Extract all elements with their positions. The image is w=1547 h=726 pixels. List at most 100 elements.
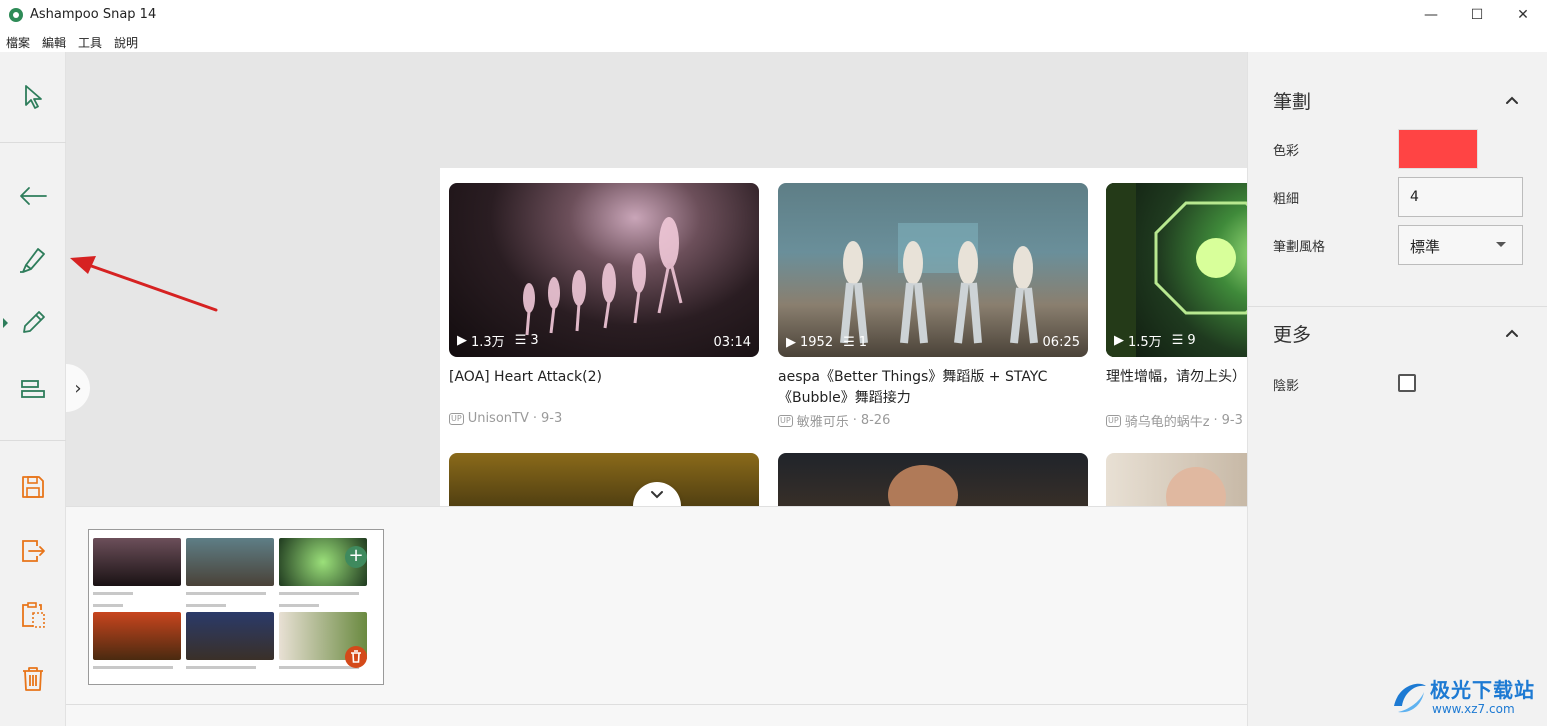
save-icon <box>22 476 44 498</box>
comment-count: 3 <box>530 333 539 348</box>
play-count-icon: ▶ <box>1114 333 1124 348</box>
thickness-field[interactable]: 4 <box>1398 177 1523 217</box>
marker-tool-button[interactable] <box>14 241 52 279</box>
menu-bar: 檔案 編輯 工具 說明 <box>0 30 1547 52</box>
watermark-text: 极光下载站 <box>1430 678 1535 702</box>
shadow-checkbox[interactable] <box>1398 374 1416 392</box>
color-picker[interactable] <box>1398 129 1478 169</box>
video-thumbnail: ▶ 1952 ☰ 1 06:25 <box>778 183 1088 357</box>
video-card[interactable]: ▶ 1.3万 ☰ 3 03:14 [AOA] Heart Attack(2) U… <box>449 183 759 426</box>
minimize-button[interactable]: — <box>1408 0 1454 30</box>
video-meta: UP 敏雅可乐 · 8-26 <box>778 411 1088 430</box>
mini-thumbnail <box>93 612 181 660</box>
capture-thumbnail-strip: + <box>66 506 1247 726</box>
more-section-title: 更多 <box>1273 324 1312 346</box>
video-stats: ▶ 1.3万 ☰ 3 <box>457 331 539 350</box>
canvas-area[interactable]: ▶ 1.3万 ☰ 3 03:14 [AOA] Heart Attack(2) U… <box>66 52 1247 506</box>
play-count-icon: ▶ <box>786 335 796 350</box>
menu-file[interactable]: 檔案 <box>6 30 36 52</box>
cursor-icon <box>25 85 42 109</box>
danmaku-icon: ☰ <box>843 335 855 350</box>
meta-separator: · <box>852 413 857 428</box>
mini-thumbnail <box>93 538 181 586</box>
mini-text-line <box>186 666 256 669</box>
window-title: Ashampoo Snap 14 <box>30 7 157 22</box>
mini-thumbnail <box>186 612 274 660</box>
expand-toolbar-button[interactable]: › <box>66 364 90 412</box>
video-title[interactable]: [AOA] Heart Attack(2) <box>449 367 759 409</box>
mini-thumbnail <box>186 538 274 586</box>
danmaku-icon: ☰ <box>1171 333 1184 348</box>
selected-indicator <box>3 318 8 328</box>
chevron-down-icon <box>651 491 663 499</box>
menu-edit[interactable]: 編輯 <box>42 30 72 52</box>
comment-count: 9 <box>1187 333 1196 348</box>
video-meta: UP UnisonTV · 9-3 <box>449 411 759 426</box>
meta-separator: · <box>1213 413 1218 428</box>
video-card[interactable]: ▶ 1.5万 ☰ 9 理性增幅，请勿上头） UP 骑乌龟的蜗牛z · 9-3 <box>1106 183 1247 430</box>
arrow-left-icon <box>20 187 47 205</box>
align-icon <box>21 380 45 398</box>
color-label: 色彩 <box>1273 144 1300 159</box>
clipboard-button[interactable] <box>14 596 52 634</box>
mini-text-line <box>279 592 359 595</box>
delete-thumbnail-button[interactable] <box>345 646 367 668</box>
video-thumbnail <box>778 453 1088 506</box>
video-card[interactable]: ▶ 1952 ☰ 1 06:25 aespa《Better Things》舞蹈版… <box>778 183 1088 430</box>
stroke-style-select[interactable]: 標準 <box>1398 225 1523 265</box>
save-button[interactable] <box>14 468 52 506</box>
dropdown-arrow-icon <box>1496 242 1506 247</box>
menu-tools[interactable]: 工具 <box>78 30 108 52</box>
captured-screenshot[interactable]: ▶ 1.3万 ☰ 3 03:14 [AOA] Heart Attack(2) U… <box>440 168 1247 506</box>
up-badge: UP <box>449 412 464 425</box>
add-icon[interactable]: + <box>345 546 367 568</box>
select-tool-button[interactable] <box>14 78 52 116</box>
shadow-label: 陰影 <box>1273 379 1300 394</box>
export-icon <box>22 540 45 562</box>
upload-date: 9-3 <box>1221 413 1243 428</box>
video-title[interactable]: aespa《Better Things》舞蹈版 + STAYC《Bubble》舞… <box>778 367 1088 409</box>
up-badge: UP <box>1106 414 1121 427</box>
video-duration: 06:25 <box>1042 335 1080 350</box>
meta-separator: · <box>532 411 537 426</box>
delete-button[interactable] <box>14 660 52 698</box>
panel-divider <box>1248 306 1547 307</box>
properties-panel: 筆劃 色彩 粗細 4 筆劃風格 標準 更多 陰影 <box>1247 52 1547 726</box>
collapse-stroke-button[interactable] <box>1504 92 1520 108</box>
watermark-logo-icon <box>1394 683 1426 713</box>
play-count-icon: ▶ <box>457 333 467 348</box>
app-logo-icon <box>9 8 23 22</box>
video-thumbnail <box>1106 453 1247 506</box>
danmaku-icon: ☰ <box>514 333 527 348</box>
uploader-name[interactable]: 骑乌龟的蜗牛z <box>1125 411 1210 430</box>
video-thumbnail: ▶ 1.5万 ☰ 9 <box>1106 183 1247 357</box>
video-title[interactable]: 理性增幅，请勿上头） <box>1106 367 1247 409</box>
clipboard-icon <box>22 602 45 628</box>
left-toolbar <box>0 52 66 726</box>
collapse-more-button[interactable] <box>1504 325 1520 341</box>
site-watermark: 极光下载站 www.xz7.com <box>1388 672 1538 722</box>
video-thumbnail <box>449 453 759 506</box>
title-bar: Ashampoo Snap 14 — ☐ ✕ <box>0 0 1547 30</box>
video-duration: 03:14 <box>713 335 751 350</box>
mini-text-line <box>186 604 226 607</box>
mini-text-line <box>93 604 123 607</box>
arrow-tool-button[interactable] <box>14 177 52 215</box>
align-tool-button[interactable] <box>14 370 52 408</box>
uploader-name[interactable]: 敏雅可乐 <box>797 411 849 430</box>
pencil-tool-button[interactable] <box>14 304 52 342</box>
uploader-name[interactable]: UnisonTV <box>468 411 529 426</box>
toolbar-divider <box>0 440 66 441</box>
close-button[interactable]: ✕ <box>1500 0 1546 30</box>
stroke-section-title: 筆劃 <box>1273 91 1312 113</box>
video-stats: ▶ 1.5万 ☰ 9 <box>1114 331 1196 350</box>
menu-help[interactable]: 說明 <box>114 30 144 52</box>
export-button[interactable] <box>14 532 52 570</box>
chevron-up-icon <box>1506 96 1518 104</box>
maximize-button[interactable]: ☐ <box>1454 0 1500 30</box>
chevron-up-icon <box>1506 329 1518 337</box>
thickness-label: 粗細 <box>1273 192 1300 207</box>
mini-text-line <box>93 666 173 669</box>
capture-thumbnail[interactable]: + <box>88 529 384 685</box>
view-count: 1952 <box>800 335 834 350</box>
